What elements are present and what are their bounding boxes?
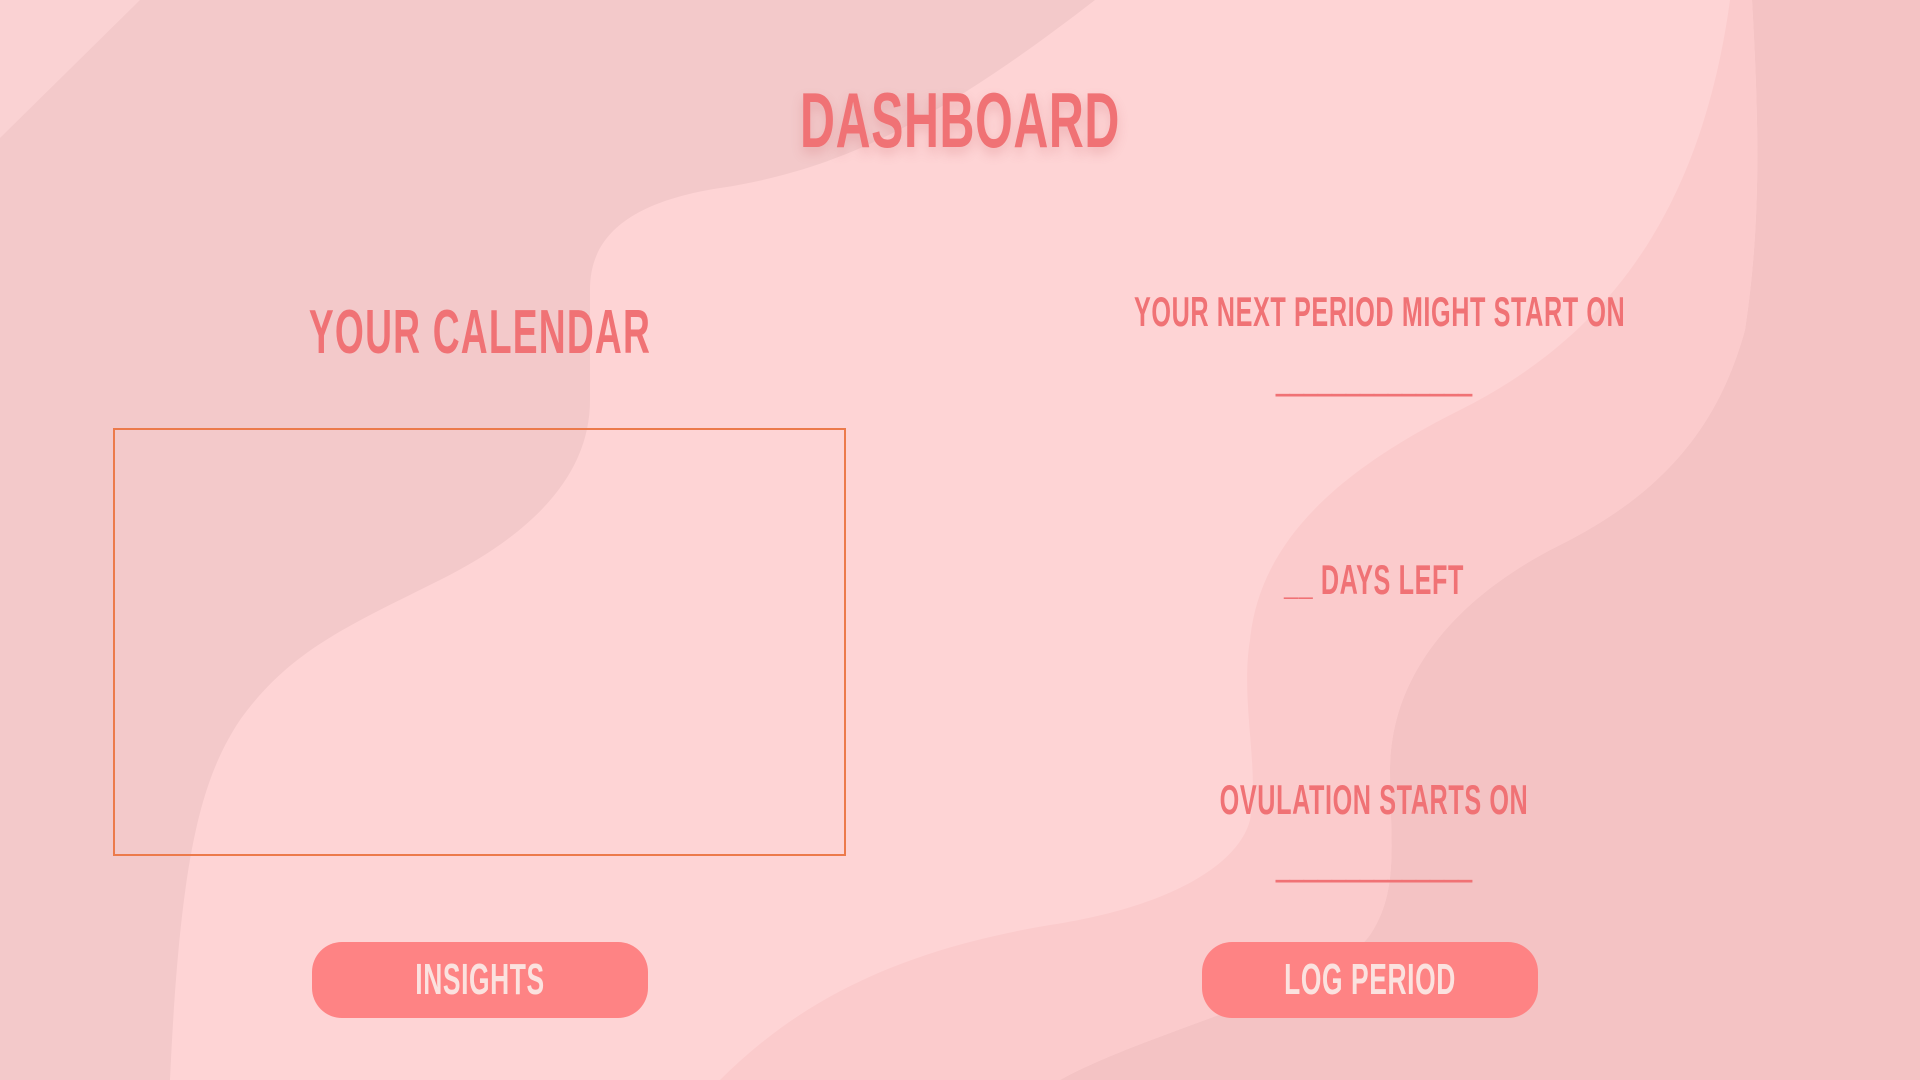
calendar-title: YOUR CALENDAR xyxy=(308,298,652,367)
next-period-label: YOUR NEXT PERIOD MIGHT START ON xyxy=(1134,288,1626,335)
ovulation-date: ______________ xyxy=(1275,836,1473,883)
calendar-panel[interactable] xyxy=(113,428,846,856)
log-period-button[interactable]: LOG PERIOD xyxy=(1202,942,1538,1018)
days-left-text: __ DAYS LEFT xyxy=(1284,556,1464,603)
page-title: DASHBOARD xyxy=(800,76,1120,164)
log-period-button-label: LOG PERIOD xyxy=(1284,955,1456,1004)
next-period-date: ______________ xyxy=(1275,350,1473,397)
dashboard-screen: DASHBOARD YOUR CALENDAR YOUR NEXT PERIOD… xyxy=(0,0,1920,1080)
insights-button[interactable]: INSIGHTS xyxy=(312,942,648,1018)
insights-button-label: INSIGHTS xyxy=(415,955,545,1004)
ovulation-label: OVULATION STARTS ON xyxy=(1219,776,1529,823)
